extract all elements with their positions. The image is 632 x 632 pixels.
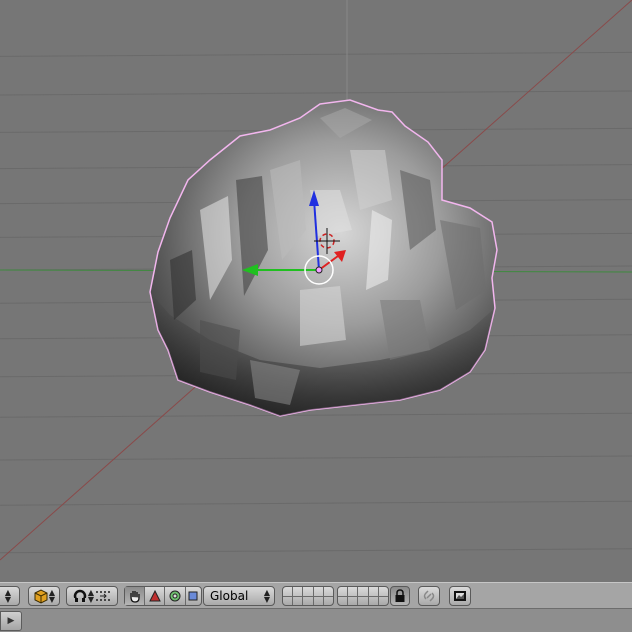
grid-line — [0, 500, 632, 506]
layer-button[interactable] — [303, 587, 314, 605]
layer-button[interactable] — [368, 587, 379, 605]
3d-view-header: ▲ ▼ ▲ ▼ ▲ ▼ Global ▲ ▼ — [0, 582, 632, 608]
grid-line — [0, 51, 632, 57]
pivot-dots-icon — [96, 591, 111, 601]
grid-line — [0, 548, 632, 554]
render-button[interactable] — [449, 586, 471, 606]
draw-type-button[interactable]: ▲ ▼ — [28, 586, 60, 606]
layer-button[interactable] — [358, 587, 369, 605]
viewport-canvas[interactable] — [0, 0, 632, 582]
orientation-label: Global — [210, 589, 249, 603]
orientation-select[interactable]: Global ▲ ▼ — [203, 586, 275, 606]
hand-icon[interactable] — [125, 587, 146, 605]
cube-icon — [34, 589, 48, 604]
lock-icon — [395, 589, 405, 602]
layer-button[interactable] — [313, 587, 324, 605]
layers-group-2[interactable] — [337, 586, 389, 606]
view-menu-stepper[interactable]: ▲ ▼ — [0, 586, 20, 606]
grid-line — [0, 412, 632, 418]
grid-line — [0, 90, 632, 96]
rock-facet — [200, 320, 240, 380]
pivot-proxy-group[interactable]: ▲ ▼ — [66, 586, 118, 606]
render-image-icon — [454, 591, 466, 601]
translate-icon[interactable] — [145, 587, 166, 605]
scale-icon[interactable] — [186, 587, 201, 605]
lock-layers-button[interactable] — [390, 586, 410, 606]
play-arrow-icon[interactable]: ▶ — [0, 611, 22, 631]
bottom-bar: ▶ — [0, 608, 632, 632]
rotate-icon[interactable] — [165, 587, 186, 605]
object-origin-dot — [315, 266, 323, 274]
link-button[interactable] — [418, 586, 440, 606]
magnet-icon — [73, 589, 87, 603]
layer-button[interactable] — [283, 587, 294, 605]
rock-mesh[interactable] — [149, 99, 498, 417]
manipulator-mode-group[interactable] — [124, 586, 202, 606]
3d-viewport[interactable] — [0, 0, 632, 582]
layer-button[interactable] — [293, 587, 304, 605]
up-down-arrows-icon: ▲ ▼ — [263, 588, 270, 604]
up-down-arrows-icon: ▲ ▼ — [48, 588, 56, 604]
grid-line — [0, 455, 632, 461]
layer-button[interactable] — [378, 587, 388, 605]
layer-button[interactable] — [323, 587, 333, 605]
rock-facet — [300, 286, 346, 346]
layer-button[interactable] — [338, 587, 349, 605]
up-down-arrows-icon: ▲ ▼ — [4, 588, 12, 604]
layers-group-1[interactable] — [282, 586, 334, 606]
layer-button[interactable] — [348, 587, 359, 605]
link-icon — [423, 590, 435, 602]
